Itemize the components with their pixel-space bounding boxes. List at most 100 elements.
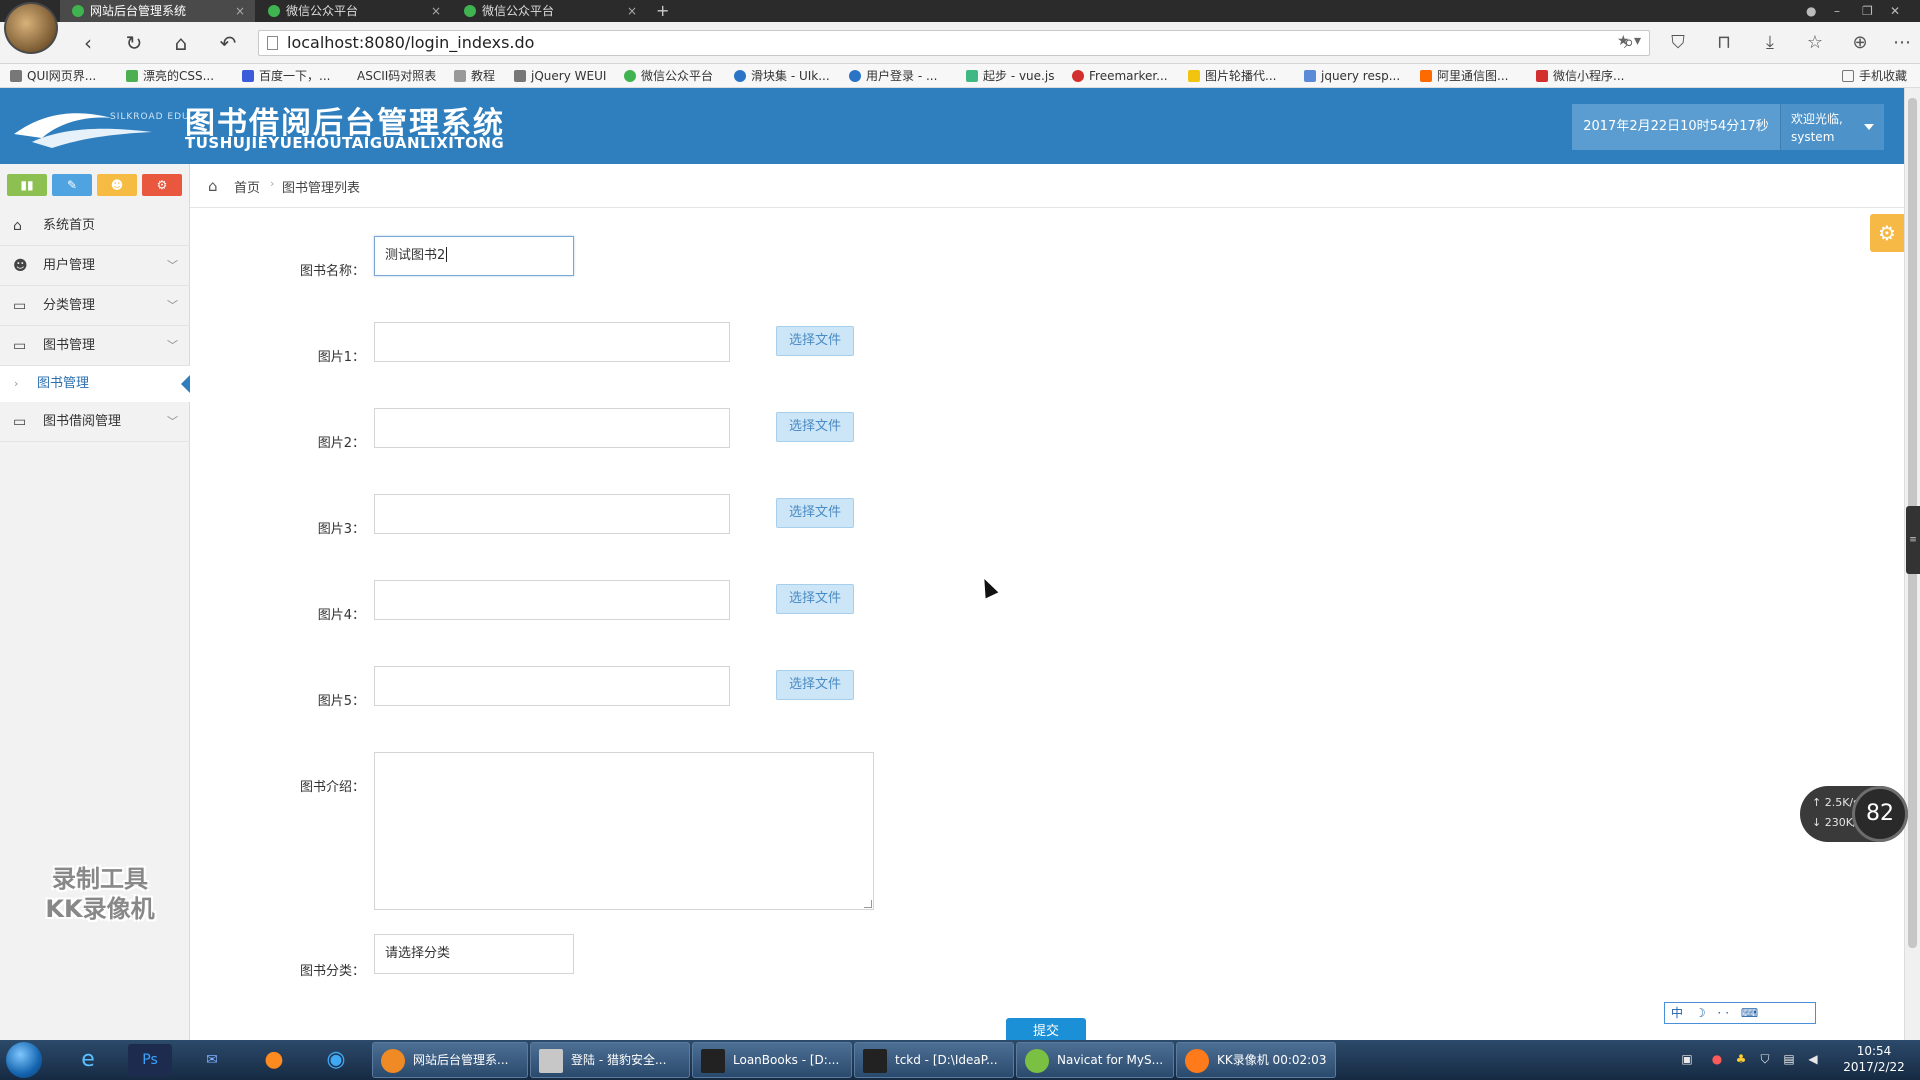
shield-icon[interactable]: ⛉	[1666, 32, 1690, 53]
stats-shortcut-button[interactable]: ▮▮	[7, 174, 47, 196]
bookmark-item[interactable]: jquery resp...	[1304, 64, 1400, 88]
close-icon[interactable]: ×	[431, 0, 441, 22]
watermark-line: 录制工具	[52, 865, 148, 893]
bookmark-item[interactable]: 漂亮的CSS...	[126, 64, 214, 88]
image4-choose-file-button[interactable]: 选择文件	[776, 584, 854, 614]
browser-tab[interactable]: 微信公众平台 ×	[256, 0, 451, 22]
taskbar-window-kk-recorder[interactable]: KK录像机 00:02:03	[1176, 1042, 1336, 1078]
tray-recorder-icon[interactable]: ●	[1710, 1052, 1724, 1066]
side-panel-handle[interactable]: ≡	[1906, 506, 1920, 574]
sidebar-subitem-book-management[interactable]: › 图书管理	[0, 366, 191, 402]
book-name-input[interactable]: 测试图书2	[374, 236, 574, 276]
bookmark-label: 用户登录 - ...	[866, 69, 938, 83]
qq-browser-icon[interactable]: ◉	[314, 1044, 358, 1076]
photoshop-icon[interactable]: Ps	[128, 1044, 172, 1076]
ie-icon[interactable]: e	[66, 1044, 110, 1076]
more-icon[interactable]: ⋯	[1890, 32, 1914, 53]
group-shortcut-button[interactable]: ☻	[97, 174, 137, 196]
close-icon[interactable]: ×	[627, 0, 637, 22]
breadcrumb-home[interactable]: 首页	[234, 177, 260, 196]
address-url[interactable]: localhost:8080/login_indexs.do	[287, 31, 534, 55]
user-menu[interactable]: 欢迎光临, system	[1780, 104, 1884, 150]
close-icon[interactable]: ×	[235, 0, 245, 22]
gamepad-icon[interactable]: ⊕	[1848, 32, 1872, 53]
star-icon[interactable]: ☆	[1803, 32, 1827, 53]
browser-nav-bar: ‹ ↻ ⌂ ↶ localhost:8080/login_indexs.do ★…	[0, 22, 1920, 64]
bookmark-item[interactable]: 起步 - vue.js	[966, 64, 1054, 88]
username: system	[1791, 130, 1835, 144]
taskbar-window-tckd[interactable]: tckd - [D:\IdeaP...	[854, 1042, 1014, 1078]
back-icon[interactable]: ‹	[76, 31, 100, 55]
image5-choose-file-button[interactable]: 选择文件	[776, 670, 854, 700]
tray-shield-icon[interactable]: ⛉	[1758, 1052, 1772, 1066]
address-bar[interactable]: localhost:8080/login_indexs.do ★ ▾	[258, 30, 1650, 56]
sidebar-item-borrowing[interactable]: ▭ 图书借阅管理 ﹀	[0, 402, 190, 442]
bookmark-item[interactable]: jQuery WEUI	[514, 64, 606, 88]
tray-volume-icon[interactable]: ◀	[1806, 1052, 1820, 1066]
image2-choose-file-button[interactable]: 选择文件	[776, 412, 854, 442]
book-category-select[interactable]: 请选择分类	[374, 934, 574, 974]
edit-shortcut-button[interactable]: ✎	[52, 174, 92, 196]
browser-tab[interactable]: 网站后台管理系统 ×	[60, 0, 255, 22]
taskbar-window-loanbooks[interactable]: LoanBooks - [D:...	[692, 1042, 852, 1078]
submit-button[interactable]: 提交	[1006, 1018, 1086, 1040]
breadcrumb: ⌂ 首页 › 图书管理列表	[190, 164, 1904, 208]
browser-logo-icon[interactable]	[4, 2, 58, 54]
bag-icon[interactable]: ⊓	[1712, 32, 1736, 53]
browser-tab[interactable]: 微信公众平台 ×	[452, 0, 647, 22]
taskbar-window-liebao[interactable]: 登陆 - 猎豹安全...	[530, 1042, 690, 1078]
shield-icon[interactable]: ●	[1806, 0, 1816, 22]
task-label: 登陆 - 猎豹安全...	[571, 1053, 667, 1067]
bookmark-item[interactable]: 微信小程序...	[1536, 64, 1624, 88]
resize-handle-icon[interactable]	[864, 900, 872, 908]
search-icon[interactable]: ⌕	[1624, 32, 1634, 53]
new-tab-button[interactable]: +	[656, 0, 669, 22]
undo-icon[interactable]: ↶	[216, 31, 240, 55]
bookmark-item[interactable]: 百度一下，...	[242, 64, 330, 88]
download-icon[interactable]: ⤓	[1758, 32, 1782, 53]
start-button-icon[interactable]	[6, 1042, 42, 1078]
image5-path-field[interactable]	[374, 666, 730, 706]
sidebar-item-users[interactable]: ☻ 用户管理 ﹀	[0, 246, 190, 286]
taskbar-clock[interactable]: 10:54 2017/2/22	[1832, 1043, 1916, 1075]
bookmark-item[interactable]: 手机收藏	[1842, 64, 1907, 88]
home-icon[interactable]: ⌂	[208, 177, 218, 195]
reload-icon[interactable]: ↻	[122, 31, 146, 55]
bookmark-item[interactable]: 图片轮播代...	[1188, 64, 1276, 88]
image1-choose-file-button[interactable]: 选择文件	[776, 326, 854, 356]
bookmark-item[interactable]: 阿里通信图...	[1420, 64, 1508, 88]
bookmark-item[interactable]: Freemarker...	[1072, 64, 1168, 88]
bookmark-item[interactable]: 滑块集 - UIk...	[734, 64, 830, 88]
tray-network-icon[interactable]: ▤	[1782, 1052, 1796, 1066]
firefox-icon[interactable]: ●	[252, 1044, 296, 1076]
settings-shortcut-button[interactable]: ⚙	[142, 174, 182, 196]
bookmark-item[interactable]: 用户登录 - ...	[849, 64, 937, 88]
outlook-icon[interactable]: ✉	[190, 1044, 234, 1076]
sidebar-item-home[interactable]: ⌂ 系统首页	[0, 206, 190, 246]
sidebar-item-books[interactable]: ▭ 图书管理 ﹀	[0, 326, 190, 366]
bookmark-item[interactable]: QUI网页界...	[10, 64, 96, 88]
window-close-icon[interactable]: ✕	[1890, 0, 1900, 22]
bookmark-item[interactable]: ASCII码对照表	[357, 64, 436, 88]
browser-icon	[381, 1049, 405, 1073]
taskbar-window-browser[interactable]: 网站后台管理系...	[372, 1042, 528, 1078]
image1-path-field[interactable]	[374, 322, 730, 362]
floating-settings-gear-icon[interactable]: ⚙	[1870, 214, 1904, 252]
ime-toolbar[interactable]: 中 ☽ ·· ⌨	[1664, 1002, 1816, 1024]
image2-path-field[interactable]	[374, 408, 730, 448]
home-icon[interactable]: ⌂	[169, 31, 193, 55]
image3-path-field[interactable]	[374, 494, 730, 534]
tray-monitor-icon[interactable]: ▣	[1680, 1052, 1694, 1066]
restore-icon[interactable]: ❐	[1862, 0, 1873, 22]
page-icon	[267, 36, 278, 50]
book-intro-textarea[interactable]	[374, 752, 874, 910]
bookmark-item[interactable]: 教程	[454, 64, 495, 88]
minimize-icon[interactable]: –	[1834, 0, 1840, 22]
bookmark-item[interactable]: 微信公众平台	[624, 64, 713, 88]
tray-qq-icon[interactable]: ♣	[1734, 1052, 1748, 1066]
network-speed-widget[interactable]: ↑ 2.5K/s ↓ 230K/s 82	[1800, 786, 1908, 842]
image3-choose-file-button[interactable]: 选择文件	[776, 498, 854, 528]
image4-path-field[interactable]	[374, 580, 730, 620]
taskbar-window-navicat[interactable]: Navicat for MyS...	[1016, 1042, 1174, 1078]
sidebar-item-categories[interactable]: ▭ 分类管理 ﹀	[0, 286, 190, 326]
